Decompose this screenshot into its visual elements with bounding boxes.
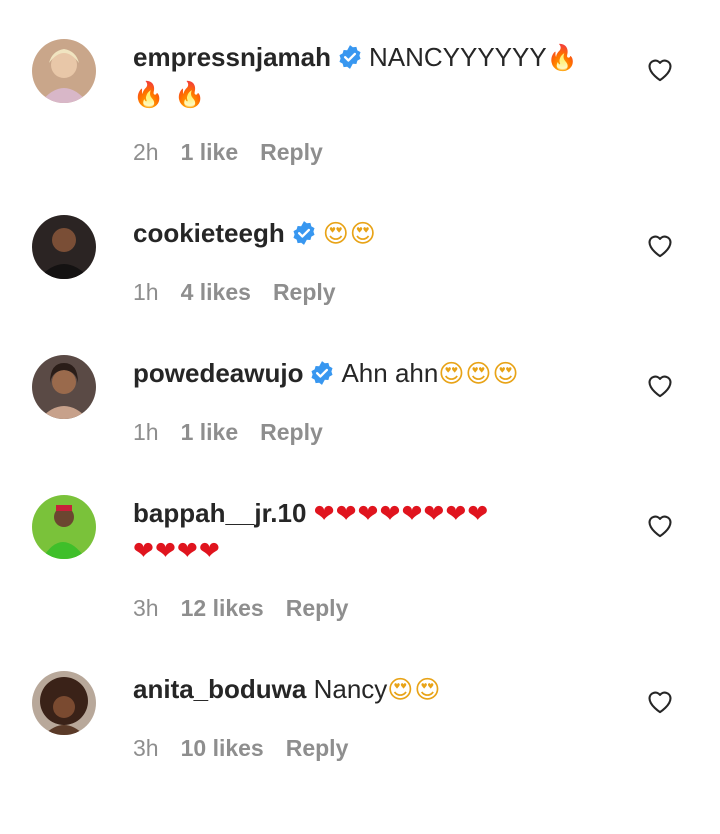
reply-button[interactable]: Reply: [286, 595, 349, 622]
comment-body: empressnjamah NANCYYYYYY🔥 🔥 🔥: [133, 39, 603, 113]
fire-emoji: 🔥 🔥: [133, 80, 207, 109]
heart-outline-icon[interactable]: [646, 512, 674, 538]
username[interactable]: anita_boduwa: [133, 674, 306, 704]
reply-button[interactable]: Reply: [273, 279, 336, 306]
reply-button[interactable]: Reply: [260, 419, 323, 446]
comment-body: anita_boduwa Nancy😍😍: [133, 671, 603, 708]
like-count[interactable]: 12 likes: [181, 595, 264, 622]
red-heart-emoji: ❤❤❤❤❤❤❤❤: [313, 499, 490, 528]
heart-eyes-emoji: 😍😍: [387, 675, 442, 704]
avatar[interactable]: [32, 39, 96, 103]
avatar[interactable]: [32, 495, 96, 559]
avatar[interactable]: [32, 671, 96, 735]
verified-badge-icon: [339, 45, 361, 69]
heart-outline-icon[interactable]: [646, 372, 674, 398]
heart-eyes-emoji: 😍😍😍: [438, 359, 520, 388]
fire-emoji: 🔥: [546, 43, 579, 72]
reply-button[interactable]: Reply: [286, 735, 349, 762]
avatar[interactable]: [32, 355, 96, 419]
avatar[interactable]: [32, 215, 96, 279]
username[interactable]: powedeawujo: [133, 358, 303, 388]
comment-text: Ahn ahn: [341, 358, 439, 388]
timestamp: 3h: [133, 735, 159, 761]
comment-text: Nancy: [313, 674, 388, 704]
like-count[interactable]: 4 likes: [181, 279, 251, 306]
heart-outline-icon[interactable]: [646, 688, 674, 714]
comment-meta: 3h 10 likes Reply: [133, 735, 370, 762]
username[interactable]: bappah__jr.10: [133, 498, 306, 528]
heart-outline-icon[interactable]: [646, 56, 674, 82]
timestamp: 1h: [133, 419, 159, 445]
verified-badge-icon: [293, 221, 315, 245]
heart-eyes-emoji: 😍😍: [322, 219, 377, 248]
comment-meta: 1h 4 likes Reply: [133, 279, 358, 306]
timestamp: 2h: [133, 139, 159, 165]
timestamp: 3h: [133, 595, 159, 621]
verified-badge-icon: [311, 361, 333, 385]
comment-meta: 3h 12 likes Reply: [133, 595, 370, 622]
like-count[interactable]: 10 likes: [181, 735, 264, 762]
username[interactable]: empressnjamah: [133, 42, 331, 72]
like-count[interactable]: 1 like: [181, 139, 239, 166]
comment-body: bappah__jr.10 ❤❤❤❤❤❤❤❤ ❤❤❤❤: [133, 495, 603, 569]
red-heart-emoji: ❤❤❤❤: [133, 536, 221, 565]
username[interactable]: cookieteegh: [133, 218, 285, 248]
comment-meta: 1h 1 like Reply: [133, 419, 345, 446]
timestamp: 1h: [133, 279, 159, 305]
reply-button[interactable]: Reply: [260, 139, 323, 166]
like-count[interactable]: 1 like: [181, 419, 239, 446]
comment-meta: 2h 1 like Reply: [133, 139, 345, 166]
heart-outline-icon[interactable]: [646, 232, 674, 258]
comment-body: powedeawujo Ahn ahn😍😍😍: [133, 355, 603, 392]
comment-body: cookieteegh 😍😍: [133, 215, 603, 252]
comment-text: NANCYYYYYY: [368, 42, 547, 72]
